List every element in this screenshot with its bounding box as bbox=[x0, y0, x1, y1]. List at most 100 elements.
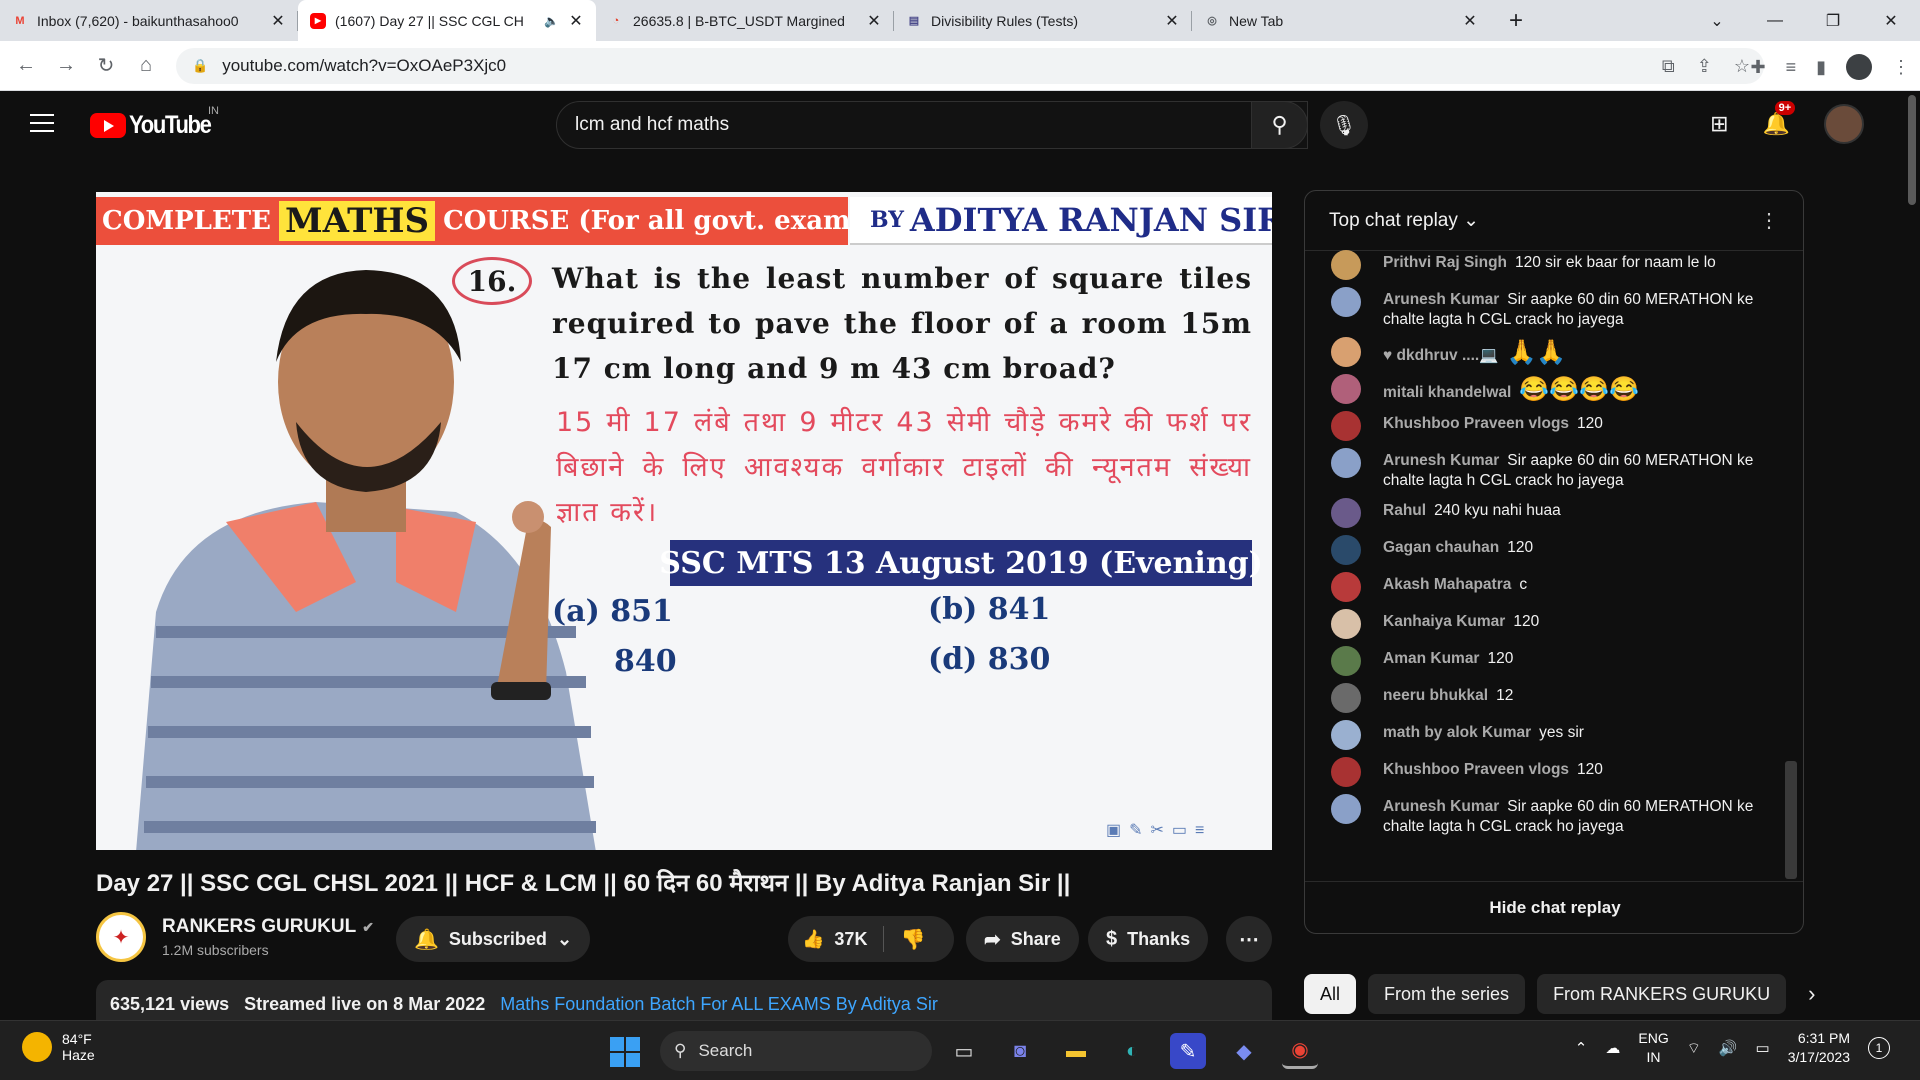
lock-icon[interactable]: 🔒 bbox=[192, 58, 208, 74]
create-video-icon[interactable]: ⊞ bbox=[1710, 111, 1728, 137]
copilot-icon[interactable]: ◆ bbox=[1226, 1033, 1262, 1069]
hide-chat-button[interactable]: Hide chat replay bbox=[1305, 881, 1803, 933]
minimize-button[interactable]: — bbox=[1746, 12, 1804, 30]
home-icon[interactable]: ⌂ bbox=[126, 54, 166, 77]
chat-message[interactable]: Khushboo Praveen vlogs 120 bbox=[1331, 411, 1791, 441]
teams-chat-icon[interactable]: ◙ bbox=[1002, 1033, 1038, 1069]
playlist-link[interactable]: Maths Foundation Batch For ALL EXAMS By … bbox=[500, 994, 938, 1014]
share-button[interactable]: ➦ Share bbox=[966, 916, 1079, 962]
chat-author[interactable]: Arunesh Kumar bbox=[1383, 798, 1499, 815]
whiteboard-app-icon[interactable]: ✎ bbox=[1170, 1033, 1206, 1069]
chat-author[interactable]: math by alok Kumar bbox=[1383, 724, 1531, 741]
channel-avatar[interactable]: ✦ bbox=[96, 912, 146, 962]
tab-youtube[interactable]: ▶ (1607) Day 27 || SSC CGL CH 🔈 ✕ bbox=[298, 0, 596, 41]
chat-author[interactable]: neeru bhukkal bbox=[1383, 687, 1488, 704]
windows-start-icon[interactable] bbox=[610, 1037, 640, 1067]
chip-from-series[interactable]: From the series bbox=[1368, 974, 1526, 1014]
close-tab-icon[interactable]: ✕ bbox=[568, 11, 584, 31]
chat-message[interactable]: Aman Kumar 120 bbox=[1331, 646, 1791, 676]
chevron-up-icon[interactable]: ⌃ bbox=[1575, 1039, 1588, 1057]
tab-exchange[interactable]: ◔ 26635.8 | B-BTC_USDT Margined ✕ bbox=[596, 0, 894, 41]
chat-message[interactable]: Kanhaiya Kumar 120 bbox=[1331, 609, 1791, 639]
chat-author-avatar[interactable] bbox=[1331, 720, 1361, 750]
chat-author[interactable]: Khushboo Praveen vlogs bbox=[1383, 761, 1569, 778]
chat-message[interactable]: Prithvi Raj Singh 120 sir ek baar for naa… bbox=[1331, 250, 1791, 280]
video-player[interactable]: COMPLETE MATHS COURSE (For all govt. exa… bbox=[96, 192, 1272, 850]
hamburger-menu-icon[interactable] bbox=[30, 114, 54, 132]
chat-author-avatar[interactable] bbox=[1331, 794, 1361, 824]
tab-search-icon[interactable]: ⌄ bbox=[1688, 11, 1746, 31]
chat-author-avatar[interactable] bbox=[1331, 337, 1361, 367]
volume-icon[interactable]: 🔊 bbox=[1719, 1039, 1738, 1057]
tab-divisibility[interactable]: ▤ Divisibility Rules (Tests) ✕ bbox=[894, 0, 1192, 41]
profile-avatar[interactable] bbox=[1846, 54, 1872, 80]
voice-search-button[interactable]: 🎙 bbox=[1320, 101, 1368, 149]
chat-author-avatar[interactable] bbox=[1331, 646, 1361, 676]
chat-author[interactable]: Aman Kumar bbox=[1383, 650, 1479, 667]
chat-menu-icon[interactable]: ⋮ bbox=[1759, 208, 1779, 233]
notification-center-badge[interactable]: 1 bbox=[1868, 1037, 1890, 1059]
audio-playing-icon[interactable]: 🔈 bbox=[544, 14, 559, 28]
chat-author-avatar[interactable] bbox=[1331, 287, 1361, 317]
menu-kebab-icon[interactable]: ⋮ bbox=[1892, 57, 1910, 78]
chat-author-avatar[interactable] bbox=[1331, 411, 1361, 441]
page-scrollbar[interactable] bbox=[1904, 91, 1920, 1020]
account-avatar[interactable] bbox=[1824, 104, 1864, 144]
chat-author[interactable]: Kanhaiya Kumar bbox=[1383, 613, 1505, 630]
chevron-right-icon[interactable]: › bbox=[1808, 981, 1815, 1007]
battery-icon[interactable]: ▭ bbox=[1756, 1039, 1770, 1057]
language-indicator[interactable]: ENG IN bbox=[1638, 1029, 1668, 1067]
reading-list-icon[interactable]: ≡ bbox=[1786, 57, 1797, 78]
chat-message[interactable]: Arunesh Kumar Sir aapke 60 din 60 MERATHO… bbox=[1331, 794, 1791, 837]
subscribed-button[interactable]: 🔔 Subscribed ⌄ bbox=[396, 916, 591, 962]
chat-message[interactable]: Gagan chauhan 120 bbox=[1331, 535, 1791, 565]
dislike-button[interactable]: 👎 bbox=[884, 927, 941, 952]
onedrive-icon[interactable]: ☁ bbox=[1605, 1039, 1620, 1057]
chip-all[interactable]: All bbox=[1304, 974, 1357, 1014]
more-actions-button[interactable]: ⋯ bbox=[1226, 916, 1272, 962]
like-button[interactable]: 👍 37K bbox=[788, 926, 885, 952]
omnibox[interactable]: 🔒 youtube.com/watch?v=OxOAeP3Xjc0 ⧉ ⇪ ☆ bbox=[176, 48, 1764, 84]
chrome-taskbar-icon[interactable]: ◉ bbox=[1282, 1033, 1318, 1069]
chat-message[interactable]: ♥ dkdhruv ....💻 🙏🙏 bbox=[1331, 337, 1791, 367]
task-view-icon[interactable]: ▭ bbox=[946, 1033, 982, 1069]
file-explorer-icon[interactable]: ▬ bbox=[1058, 1033, 1094, 1069]
chat-author-avatar[interactable] bbox=[1331, 572, 1361, 602]
forward-icon[interactable]: → bbox=[46, 54, 86, 77]
chat-author[interactable]: Rahul bbox=[1383, 502, 1426, 519]
chat-scrollbar[interactable] bbox=[1785, 761, 1797, 879]
taskbar-search[interactable]: ⚲ Search bbox=[660, 1031, 932, 1071]
chat-message[interactable]: mitali khandelwal 😂😂😂😂 bbox=[1331, 374, 1791, 404]
chat-author[interactable]: Akash Mahapatra bbox=[1383, 576, 1511, 593]
chat-mode-dropdown[interactable]: Top chat replay ⌄ bbox=[1329, 209, 1479, 232]
weather-widget[interactable]: 84°F Haze bbox=[22, 1031, 95, 1063]
chat-author-avatar[interactable] bbox=[1331, 250, 1361, 280]
chat-author[interactable]: Arunesh Kumar bbox=[1383, 452, 1499, 469]
channel-name[interactable]: RANKERS GURUKUL bbox=[162, 916, 356, 937]
thanks-button[interactable]: $ Thanks bbox=[1088, 916, 1209, 962]
chat-message[interactable]: Rahul 240 kyu nahi huaa bbox=[1331, 498, 1791, 528]
chat-author-avatar[interactable] bbox=[1331, 448, 1361, 478]
edge-icon[interactable]: ◐ bbox=[1114, 1033, 1150, 1069]
wifi-icon[interactable]: ⌔ bbox=[1687, 1039, 1701, 1058]
chat-author-avatar[interactable] bbox=[1331, 498, 1361, 528]
close-window-button[interactable]: ✕ bbox=[1862, 11, 1920, 31]
side-panel-icon[interactable]: ▮ bbox=[1816, 57, 1826, 78]
chat-message[interactable]: Khushboo Praveen vlogs 120 bbox=[1331, 757, 1791, 787]
chat-message[interactable]: math by alok Kumar yes sir bbox=[1331, 720, 1791, 750]
chat-author-avatar[interactable] bbox=[1331, 374, 1361, 404]
chat-message[interactable]: Arunesh Kumar Sir aapke 60 din 60 MERATHO… bbox=[1331, 448, 1791, 491]
chat-author-avatar[interactable] bbox=[1331, 609, 1361, 639]
close-tab-icon[interactable]: ✕ bbox=[270, 11, 286, 31]
youtube-logo[interactable]: YouTube IN bbox=[90, 105, 222, 140]
chat-message[interactable]: neeru bhukkal 12 bbox=[1331, 683, 1791, 713]
close-tab-icon[interactable]: ✕ bbox=[1164, 11, 1180, 31]
restore-button[interactable]: ❐ bbox=[1804, 11, 1862, 31]
chat-author-avatar[interactable] bbox=[1331, 535, 1361, 565]
tab-newtab[interactable]: ◎ New Tab ✕ bbox=[1192, 0, 1490, 41]
close-tab-icon[interactable]: ✕ bbox=[1462, 11, 1478, 31]
search-input[interactable]: lcm and hcf maths ✕ bbox=[556, 101, 1308, 149]
share-icon[interactable]: ⇪ bbox=[1697, 56, 1712, 77]
chat-author[interactable]: ♥ dkdhruv ....💻 bbox=[1383, 347, 1499, 364]
chat-author[interactable]: Khushboo Praveen vlogs bbox=[1383, 415, 1569, 432]
